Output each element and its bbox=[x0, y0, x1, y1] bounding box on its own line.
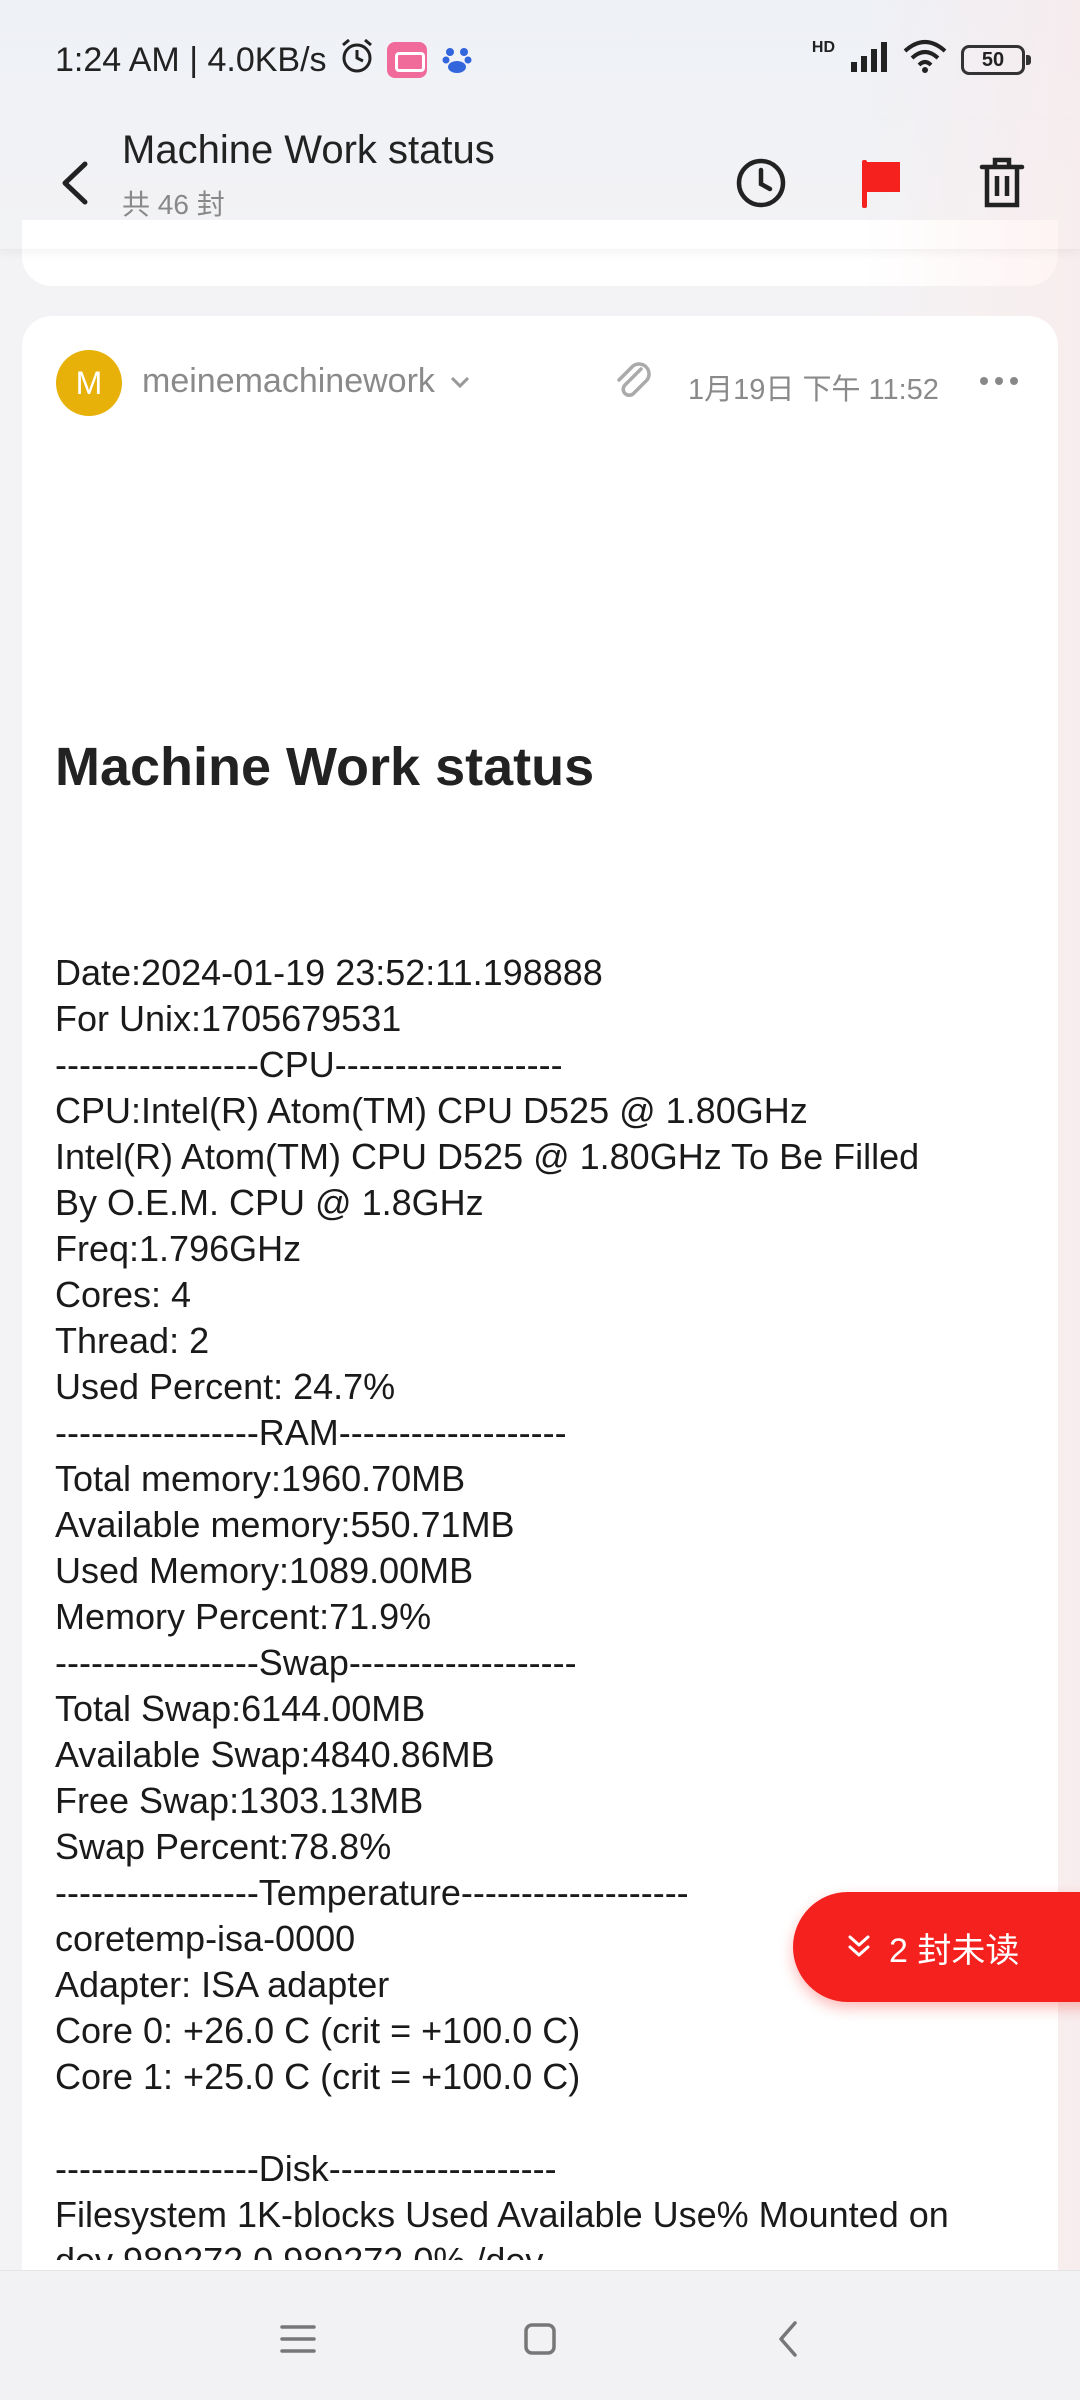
body-line bbox=[55, 2100, 1045, 2146]
system-nav-bar bbox=[0, 2270, 1080, 2400]
flag-button[interactable] bbox=[846, 148, 916, 218]
body-line: Used Percent: 24.7% bbox=[55, 1366, 396, 1407]
body-line: Swap Percent:78.8% bbox=[55, 1826, 392, 1867]
mail-header: Machine Work status 共 46 封 bbox=[0, 120, 1080, 250]
more-icon bbox=[980, 377, 1018, 385]
delete-button[interactable] bbox=[967, 148, 1037, 218]
body-line: Cores: 4 bbox=[55, 1274, 192, 1315]
body-line: CPU:Intel(R) Atom(TM) CPU D525 @ 1.80GHz bbox=[55, 1090, 808, 1131]
alarm-icon bbox=[337, 36, 377, 85]
sender-row[interactable]: meinemachinework bbox=[142, 362, 471, 401]
message-body: Date:2024-01-19 23:52:11.198888 For Unix:… bbox=[55, 950, 1045, 2260]
body-title: Machine Work status bbox=[55, 737, 595, 797]
clock-button[interactable] bbox=[726, 148, 796, 218]
body-line: Filesystem 1K-blocks Used Available Use%… bbox=[55, 2194, 949, 2235]
body-line: Total memory:1960.70MB bbox=[55, 1458, 466, 1499]
message-count: 共 46 封 bbox=[122, 189, 225, 220]
body-line: Intel(R) Atom(TM) CPU D525 @ 1.80GHz To … bbox=[55, 1136, 920, 1177]
double-chevron-down-icon bbox=[848, 1935, 870, 1957]
body-line: Freq:1.796GHz bbox=[55, 1228, 302, 1269]
unread-messages-button[interactable]: 2 封未读 bbox=[793, 1892, 1080, 2002]
body-line: For Unix:1705679531 bbox=[55, 998, 402, 1039]
sender-name: meinemachinework bbox=[142, 362, 435, 400]
body-line: Core 0: +26.0 C (crit = +100.0 C) bbox=[55, 2010, 581, 2051]
body-line: Free Swap:1303.13MB bbox=[55, 1780, 424, 1821]
body-line: Memory Percent:71.9% bbox=[55, 1596, 432, 1637]
header-title-group: Machine Work status 共 46 封 bbox=[122, 128, 495, 223]
status-bar: 1:24 AM | 4.0KB/s HD 50 bbox=[0, 0, 1080, 120]
back-icon bbox=[779, 2321, 797, 2357]
body-line: Thread: 2 bbox=[55, 1320, 210, 1361]
menu-icon bbox=[280, 2325, 316, 2353]
paperclip-icon bbox=[617, 362, 651, 397]
body-line: -----------------Swap------------------- bbox=[55, 1642, 577, 1683]
system-back-button[interactable] bbox=[760, 2311, 816, 2367]
wifi-icon bbox=[903, 39, 947, 82]
bilibili-icon bbox=[386, 42, 427, 78]
home-button[interactable] bbox=[512, 2311, 568, 2367]
body-line: dev 989272 0 989272 0% /dev bbox=[55, 2238, 1045, 2260]
status-right: HD 50 bbox=[811, 39, 1031, 82]
clock-icon bbox=[736, 158, 786, 208]
body-line: Used Memory:1089.00MB bbox=[55, 1550, 474, 1591]
body-line: -----------------Disk------------------- bbox=[55, 2148, 557, 2189]
message-datetime: 1月19日 下午 11:52 bbox=[688, 374, 939, 406]
attachment-button[interactable] bbox=[608, 356, 658, 406]
back-button[interactable] bbox=[40, 146, 110, 220]
body-line: -----------------CPU------------------- bbox=[55, 1044, 563, 1085]
body-line: Available memory:550.71MB bbox=[55, 1504, 515, 1545]
recents-button[interactable] bbox=[270, 2311, 326, 2367]
more-options-button[interactable] bbox=[974, 356, 1024, 406]
email-detail-screen: 1:24 AM | 4.0KB/s HD 50 Machine Work sta… bbox=[0, 0, 1080, 2400]
trash-icon bbox=[979, 157, 1025, 208]
signal-icon bbox=[849, 40, 889, 81]
body-line: Total Swap:6144.00MB bbox=[55, 1688, 426, 1729]
chevron-down-icon bbox=[450, 376, 469, 388]
back-arrow-icon bbox=[62, 161, 88, 205]
flag-icon bbox=[862, 160, 900, 208]
body-line: By O.E.M. CPU @ 1.8GHz bbox=[55, 1182, 484, 1223]
avatar[interactable]: M bbox=[56, 350, 122, 416]
body-line: Core 1: +25.0 C (crit = +100.0 C) bbox=[55, 2056, 581, 2097]
home-square-icon bbox=[524, 2323, 556, 2355]
status-left: 1:24 AM | 4.0KB/s bbox=[55, 36, 477, 85]
battery-icon: 50 bbox=[961, 45, 1031, 75]
body-line: -----------------RAM------------------- bbox=[55, 1412, 567, 1453]
time-speed-text: 1:24 AM | 4.0KB/s bbox=[55, 40, 327, 79]
body-line: Available Swap:4840.86MB bbox=[55, 1734, 495, 1775]
page-title: Machine Work status bbox=[122, 128, 495, 172]
body-line: Date:2024-01-19 23:52:11.198888 bbox=[55, 952, 603, 993]
baidu-icon bbox=[437, 42, 477, 78]
unread-label: 2 封未读 bbox=[889, 1931, 1020, 1970]
message-card: M meinemachinework 1月19日 下午 11:52 Machin… bbox=[22, 316, 1058, 2316]
network-hd-label: HD bbox=[811, 39, 835, 56]
